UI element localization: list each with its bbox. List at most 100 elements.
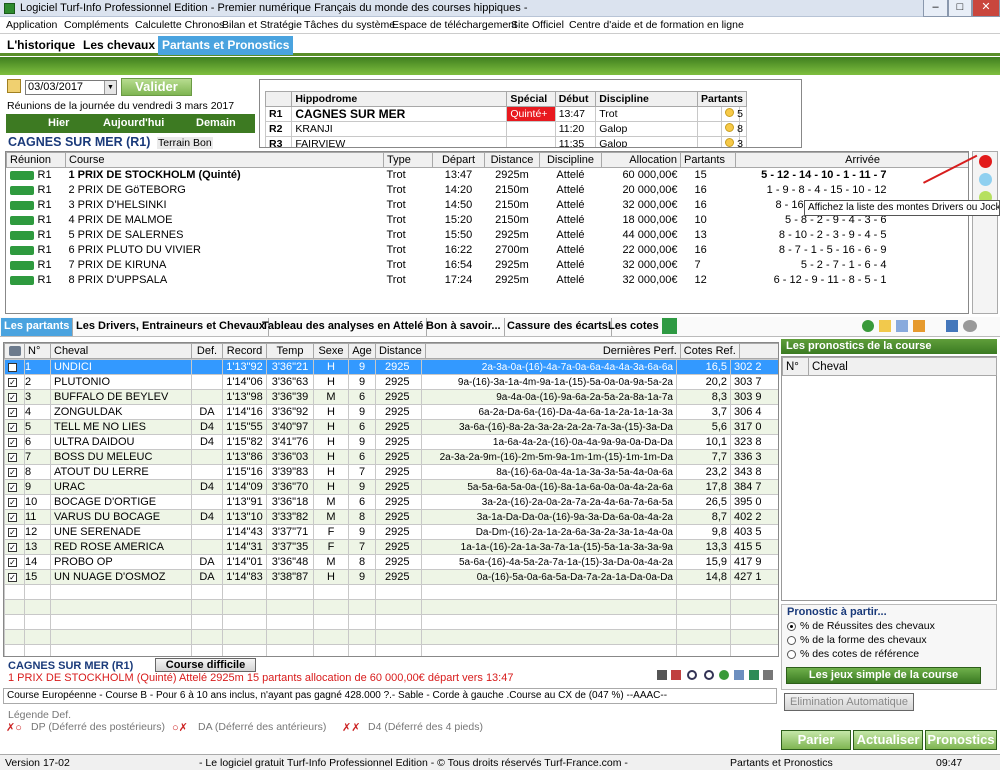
tab-les-partants[interactable]: Les partants	[1, 318, 74, 336]
table-row[interactable]: ✓ 9 URAC D4 1'14"09 3'36"70 H 9 2925 5a-5a-6a-5a-…	[4, 479, 778, 495]
cell-sexe: H	[313, 419, 349, 435]
option-forme[interactable]: % de la forme des chevaux	[787, 634, 927, 646]
menu-telechargement[interactable]: Espace de téléchargement	[392, 19, 517, 31]
menu-taches[interactable]: Tâches du système	[304, 19, 395, 31]
checkbox[interactable]: ✓	[8, 422, 17, 432]
actualiser-button[interactable]: Actualiser	[853, 730, 923, 750]
course-row[interactable]: R1 5 PRIX DE SALERNES Trot 15:50 2925m A…	[7, 228, 969, 243]
calendar-grid-icon[interactable]	[671, 670, 681, 680]
green-square-icon[interactable]	[662, 318, 677, 334]
cell-perf: 2a-3a-2a-9m-(16)-2m-5m-9a-1m-1m-(15)-1m-…	[421, 449, 677, 465]
search-icon[interactable]	[687, 670, 697, 680]
checkbox[interactable]: ✓	[8, 452, 17, 462]
hippodrome-row[interactable]: R2 KRANJI 11:20 Galop	[264, 121, 740, 137]
table-row[interactable]: ✓ 6 ULTRA DAIDOU D4 1'15"82 3'41"76 H 9 2925 1a-6…	[4, 434, 778, 450]
cell-record: 1'14"31	[222, 539, 267, 555]
aujourdhui-button[interactable]: Aujourd'hui	[103, 117, 164, 129]
zoom-icon[interactable]	[704, 670, 714, 680]
hippodrome-row[interactable]: R1 CAGNES SUR MER Quinté+ 13:47 Trot	[264, 106, 740, 122]
cell-sexe: H	[313, 479, 349, 495]
tab-analyses[interactable]: Tableau des analyses en Attelé	[259, 318, 428, 336]
checkbox[interactable]: ✓	[8, 392, 17, 402]
menu-site-officiel[interactable]: Site Officiel	[511, 19, 564, 31]
checkbox[interactable]: ✓	[8, 437, 17, 447]
hippodrome-row[interactable]: R3 FAIRVIEW 11:35 Galop	[264, 136, 740, 147]
export-icon[interactable]	[749, 670, 759, 680]
maximize-button[interactable]: □	[948, 0, 972, 17]
pronostics-button[interactable]: Pronostics	[925, 730, 997, 750]
table-row[interactable]: ✓ 8 ATOUT DU LERRE 1'15"16 3'39"83 H 7 2925 8a-(…	[4, 464, 778, 480]
tab-cassure[interactable]: Cassure des écarts	[504, 318, 612, 336]
checkbox[interactable]: ✓	[8, 557, 17, 567]
table-row[interactable]: ✓ 10 BOCAGE D'ORTIGE 1'13"91 3'36"18 M 6 2925 3a…	[4, 494, 778, 510]
checkbox[interactable]: ✓	[8, 407, 17, 417]
table-row[interactable]: ✓ 1 UNDICI 1'13"92 3'36"21 H 9 2925 2a-3a-0a-(16…	[4, 359, 778, 375]
option-cotes[interactable]: % des cotes de référence	[787, 648, 919, 660]
date-dropdown-icon[interactable]: ▼	[104, 81, 116, 94]
table-row[interactable]: ✓ 14 PROBO OP DA 1'14"01 3'36"48 M 8 2925 5a-6a-(…	[4, 554, 778, 570]
tab-bon-a-savoir[interactable]: Bon à savoir...	[423, 318, 505, 336]
cell-age: 6	[348, 389, 376, 405]
elimination-button[interactable]: Elimination Automatique	[784, 693, 914, 711]
world-icon[interactable]	[719, 670, 729, 680]
table-row[interactable]: ✓ 4 ZONGULDAK DA 1'14"16 3'36"92 H 9 2925 6a-2a-D…	[4, 404, 778, 420]
checkbox[interactable]: ✓	[8, 527, 17, 537]
checkbox[interactable]: ✓	[8, 497, 17, 507]
cell-temp: 3'39"83	[266, 464, 314, 480]
tab-cotes[interactable]: Les cotes	[605, 318, 662, 336]
tab-chevaux[interactable]: Les chevaux	[79, 36, 159, 55]
gear-icon[interactable]	[963, 320, 977, 332]
edit-icon[interactable]	[734, 670, 744, 680]
date-picker[interactable]: 03/03/2017 ▼	[25, 80, 117, 95]
checkbox[interactable]: ✓	[8, 482, 17, 492]
copy-icon[interactable]	[896, 320, 908, 332]
checkbox[interactable]: ✓	[8, 512, 17, 522]
jeux-simple-button[interactable]: Les jeux simple de la course	[786, 667, 981, 684]
valider-button[interactable]: Valider	[121, 78, 192, 96]
cell-def: D4	[191, 479, 223, 495]
checkbox[interactable]: ✓	[8, 377, 17, 387]
minimize-button[interactable]: –	[923, 0, 948, 17]
menu-bilan[interactable]: Bilan et Stratégie	[222, 19, 302, 31]
print-icon[interactable]	[763, 670, 773, 680]
blue-circle-button[interactable]	[979, 173, 992, 186]
tools-icon[interactable]	[946, 320, 958, 332]
table-row[interactable]: ✓ 11 VARUS DU BOCAGE D4 1'13"10 3'33"82 M 8 2925…	[4, 509, 778, 525]
red-circle-button[interactable]	[979, 155, 992, 168]
table-row[interactable]: ✓ 2 PLUTONIO 1'14"06 3'36"63 H 9 2925 9a-(16)-3a…	[4, 374, 778, 390]
table-row[interactable]: ✓ 3 BUFFALO DE BEYLEV 1'13"98 3'36"39 M 6 2925 9…	[4, 389, 778, 405]
tab-historique[interactable]: L'historique	[3, 36, 79, 55]
tab-partants-pronostics[interactable]: Partants et Pronostics	[158, 36, 294, 55]
cell-n: 2	[24, 374, 51, 390]
hier-button[interactable]: Hier	[48, 117, 69, 129]
menu-application[interactable]: Application	[6, 19, 57, 31]
table-row[interactable]: ✓ 15 UN NUAGE D'OSMOZ DA 1'14"83 3'38"87 H 9 292…	[4, 569, 778, 585]
checkbox[interactable]: ✓	[8, 542, 17, 552]
course-row[interactable]: R1 1 PRIX DE STOCKHOLM (Quinté) Trot 13:…	[7, 168, 969, 183]
table-row[interactable]: ✓ 13 RED ROSE AMERICA 1'14"31 3'37"35 F 7 2925 1…	[4, 539, 778, 555]
close-button[interactable]: ✕	[972, 0, 1000, 17]
course-row[interactable]: R1 8 PRIX D'UPPSALA Trot 17:24 2925m Att…	[7, 273, 969, 288]
checkbox[interactable]: ✓	[8, 467, 17, 477]
demain-button[interactable]: Demain	[196, 117, 236, 129]
tab-drivers[interactable]: Les Drivers, Entraineurs et Chevaux	[73, 318, 269, 336]
course-row[interactable]: R1 6 PRIX PLUTO DU VIVIER Trot 16:22 270…	[7, 243, 969, 258]
option-reussites[interactable]: % de Réussites des chevaux	[787, 620, 935, 632]
table-row[interactable]: ✓ 5 TELL ME NO LIES D4 1'15"55 3'40"97 H 6 2925 3…	[4, 419, 778, 435]
menu-calculette[interactable]: Calculette Chronos	[135, 19, 224, 31]
checkbox[interactable]: ✓	[8, 362, 17, 372]
folder-icon[interactable]	[879, 320, 891, 332]
filter-icon[interactable]	[657, 670, 667, 680]
speaker-icon[interactable]	[913, 320, 925, 332]
course-row[interactable]: R1 2 PRIX DE GöTEBORG Trot 14:20 2150m A…	[7, 183, 969, 198]
checkbox[interactable]: ✓	[8, 572, 17, 582]
table-row[interactable]: ✓ 7 BOSS DU MELEUC 1'13"86 3'36"03 H 6 2925 2a-3…	[4, 449, 778, 465]
course-row[interactable]: R1 7 PRIX DE KIRUNA Trot 16:54 2925m Att…	[7, 258, 969, 273]
menu-complements[interactable]: Compléments	[64, 19, 129, 31]
cell-age: 9	[348, 569, 376, 585]
parier-button[interactable]: Parier	[781, 730, 851, 750]
pronostic-partir-panel: Pronostic à partir... % de Réussites des…	[781, 604, 997, 690]
menu-aide[interactable]: Centre d'aide et de formation en ligne	[569, 19, 744, 31]
table-row[interactable]: ✓ 12 UNE SERENADE 1'14"43 3'37"71 F 9 2925 Da-Dm…	[4, 524, 778, 540]
refresh-icon[interactable]	[862, 320, 874, 332]
